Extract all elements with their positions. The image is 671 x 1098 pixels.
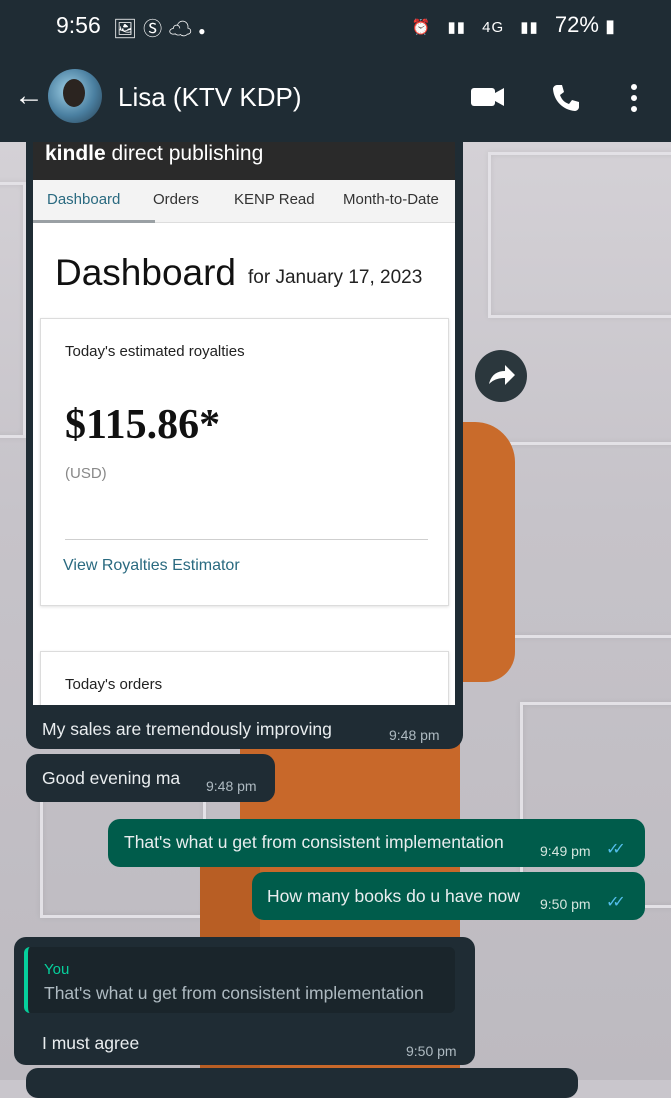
royalties-card: Today's estimated royalties $115.86* (US… bbox=[40, 318, 449, 606]
avatar[interactable] bbox=[48, 69, 102, 123]
message-time: 9:50 pm bbox=[406, 1043, 457, 1059]
page-title: Dashboard bbox=[55, 252, 237, 293]
currency-label: (USD) bbox=[65, 465, 107, 482]
quote-text: That's what u get from consistent implem… bbox=[44, 983, 424, 1003]
read-ticks-icon: ✓✓ bbox=[606, 894, 626, 911]
back-arrow-icon[interactable]: ← bbox=[14, 80, 44, 112]
tab-kenp-read: KENP Read bbox=[234, 191, 315, 208]
orders-label: Today's orders bbox=[65, 676, 163, 693]
kdp-header: kindle direct publishing bbox=[33, 142, 455, 180]
active-tab-indicator bbox=[33, 220, 155, 223]
alarm-icon: ⏰ bbox=[411, 19, 432, 36]
battery-level: 72% bbox=[554, 12, 599, 37]
dot-icon: ● bbox=[198, 24, 212, 38]
message-time: 9:50 pm bbox=[540, 896, 591, 912]
date-label: for January 17, 2023 bbox=[248, 267, 423, 288]
network-type: 4G bbox=[482, 19, 505, 36]
video-call-icon[interactable] bbox=[470, 82, 506, 117]
contact-name[interactable]: Lisa (KTV KDP) bbox=[118, 82, 302, 113]
gallery-icon: 🖼 bbox=[113, 19, 144, 40]
estimator-link: View Royalties Estimator bbox=[63, 557, 240, 574]
partial-message[interactable] bbox=[26, 1068, 578, 1098]
incoming-message[interactable]: Good evening ma 9:48 pm bbox=[26, 754, 275, 802]
more-icon[interactable] bbox=[628, 82, 640, 119]
message-text: I must agree bbox=[42, 1033, 140, 1053]
outgoing-message[interactable]: How many books do u have now 9:50 pm ✓✓ bbox=[252, 872, 645, 920]
message-time: 9:48 pm bbox=[389, 727, 440, 743]
chat-header: ← Lisa (KTV KDP) bbox=[0, 60, 671, 140]
message-time: 9:49 pm bbox=[540, 843, 591, 859]
outgoing-message[interactable]: That's what u get from consistent implem… bbox=[108, 819, 645, 867]
signal-icon: ▮▮ bbox=[447, 19, 467, 36]
kdp-tabs: Dashboard Orders KENP Read Month-to-Date bbox=[33, 180, 455, 223]
message-text: That's what u get from consistent implem… bbox=[124, 832, 504, 852]
status-bar: 9:56 🖼Ⓢ☁● ⏰ ▮▮ 4G ▮▮ 72% ▮ bbox=[0, 0, 671, 52]
orders-card: Today's orders bbox=[40, 651, 449, 710]
tab-orders: Orders bbox=[153, 191, 199, 208]
tab-dashboard: Dashboard bbox=[47, 191, 121, 208]
message-text: My sales are tremendously improving bbox=[42, 719, 332, 739]
cloud-icon: ☁ bbox=[168, 19, 199, 40]
forward-icon bbox=[489, 365, 515, 385]
voice-call-icon[interactable] bbox=[550, 82, 582, 119]
message-text: Good evening ma bbox=[42, 768, 181, 788]
status-icons: 🖼Ⓢ☁● bbox=[113, 14, 212, 41]
status-time: 9:56 bbox=[56, 12, 101, 38]
top-bar: 9:56 🖼Ⓢ☁● ⏰ ▮▮ 4G ▮▮ 72% ▮ ← Lisa (KTV K… bbox=[0, 0, 671, 142]
royalties-label: Today's estimated royalties bbox=[65, 343, 245, 360]
kdp-screenshot-image[interactable]: kindle direct publishing Dashboard Order… bbox=[33, 142, 455, 710]
royalties-value: $115.86* bbox=[65, 402, 221, 448]
message-text: How many books do u have now bbox=[267, 886, 520, 906]
signal-icon-2: ▮▮ bbox=[520, 19, 539, 36]
battery-icon: ▮ bbox=[605, 16, 615, 36]
image-caption[interactable]: My sales are tremendously improving 9:48… bbox=[26, 705, 463, 749]
incoming-reply-message[interactable]: You That's what u get from consistent im… bbox=[14, 937, 475, 1065]
kdp-logo: kindle direct publishing bbox=[45, 142, 264, 165]
s-icon: Ⓢ bbox=[143, 19, 169, 40]
forward-button[interactable] bbox=[475, 350, 527, 402]
divider bbox=[65, 539, 428, 540]
read-ticks-icon: ✓✓ bbox=[606, 841, 626, 858]
tab-month-to-date: Month-to-Date bbox=[343, 191, 439, 208]
message-time: 9:48 pm bbox=[206, 778, 257, 794]
quote-author: You bbox=[44, 961, 70, 978]
status-right: ⏰ ▮▮ 4G ▮▮ 72% ▮ bbox=[412, 12, 615, 38]
quoted-message[interactable]: You That's what u get from consistent im… bbox=[24, 947, 455, 1013]
